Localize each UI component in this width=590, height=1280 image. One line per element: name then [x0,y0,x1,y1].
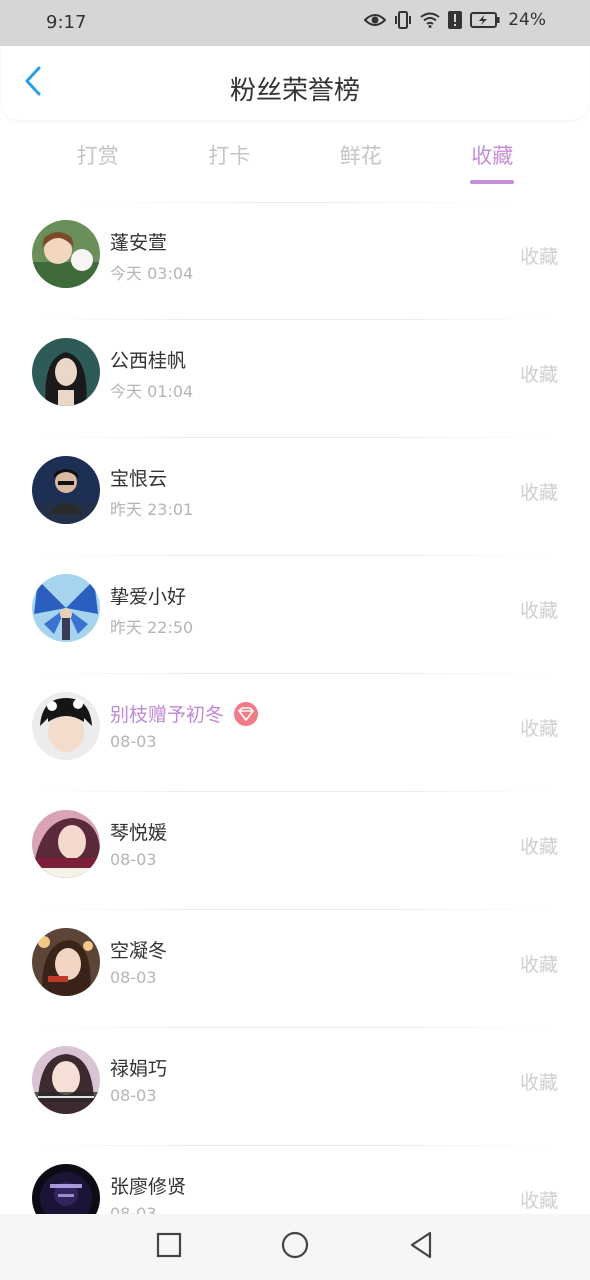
action-label: 收藏 [519,482,558,504]
name-row: 琴悦媛 [110,818,167,845]
avatar[interactable] [32,220,100,288]
tab-flowers[interactable]: 鲜花 [295,132,427,186]
tab-favorites[interactable]: 收藏 [427,132,559,186]
name-row: 宝恨云 [110,464,167,491]
system-nav-bar [0,1214,590,1280]
avatar[interactable] [32,338,100,406]
user-name: 别枝赠予初冬 [110,704,225,726]
back-nav-button[interactable] [406,1231,436,1263]
battery-icon [470,12,500,28]
timestamp: 08-03 [110,1204,157,1214]
action-label: 收藏 [519,246,558,268]
user-name: 蓬安萱 [110,232,168,254]
timestamp: 08-03 [110,850,157,869]
tab-label: 打卡 [208,144,251,168]
action-label: 收藏 [519,954,558,976]
eye-icon [364,12,387,28]
action-label: 收藏 [519,718,558,740]
tab-label: 鲜花 [339,144,382,168]
list-item[interactable]: 张廖修贤 08-03 收藏 [0,1146,590,1214]
diamond-icon [234,701,259,726]
status-time: 9:17 [46,12,87,33]
tab-label: 收藏 [471,144,514,168]
user-name: 张廖修贤 [110,1176,187,1198]
name-row: 禄娟巧 [110,1054,167,1081]
timestamp: 08-03 [110,968,157,987]
list-item[interactable]: 别枝赠予初冬 08-03 收藏 [0,674,590,792]
name-row: 张廖修贤 [110,1172,186,1199]
page-title: 粉丝荣誉榜 [229,76,360,106]
action-label: 收藏 [519,364,558,386]
avatar[interactable] [32,1046,100,1114]
action-label: 收藏 [519,600,558,622]
back-icon [408,1231,434,1263]
fan-list: 蓬安萱 今天 03:04 收藏 公西桂帆 今天 01:04 收藏 宝恨云 昨天 … [0,202,590,1214]
avatar[interactable] [32,456,100,524]
list-item[interactable]: 公西桂帆 今天 01:04 收藏 [0,320,590,438]
tab-reward[interactable]: 打赏 [32,132,164,186]
status-bar: 9:17 24% [0,0,590,46]
wifi-icon [420,12,440,28]
name-row: 空凝冬 [110,936,167,963]
user-name: 宝恨云 [110,468,168,490]
list-item[interactable]: 禄娟巧 08-03 收藏 [0,1028,590,1146]
home-icon [281,1231,309,1263]
name-row: 别枝赠予初冬 [110,700,259,727]
list-item[interactable]: 蓬安萱 今天 03:04 收藏 [0,202,590,320]
alert-icon [448,11,463,29]
user-name: 禄娟巧 [110,1058,168,1080]
active-tab-indicator [470,180,515,184]
action-label: 收藏 [519,836,558,858]
user-name: 琴悦媛 [110,822,168,844]
battery-percent: 24% [508,10,546,30]
list-item[interactable]: 挚爱小好 昨天 22:50 收藏 [0,556,590,674]
timestamp: 今天 03:04 [110,264,194,283]
avatar[interactable] [32,810,100,878]
action-label: 收藏 [519,1190,558,1212]
user-name: 挚爱小好 [110,586,187,608]
timestamp: 昨天 23:01 [110,500,194,519]
status-icons: 24% [364,10,546,30]
timestamp: 08-03 [110,1086,157,1105]
vibrate-icon [394,11,412,29]
tab-label: 打赏 [76,144,119,168]
user-name: 空凝冬 [110,940,168,962]
timestamp: 昨天 22:50 [110,618,194,637]
header: 粉丝荣誉榜 [2,46,588,120]
list-item[interactable]: 宝恨云 昨天 23:01 收藏 [0,438,590,556]
avatar[interactable] [32,574,100,642]
timestamp: 08-03 [110,732,157,751]
name-row: 公西桂帆 [110,346,186,373]
user-name: 公西桂帆 [110,350,187,372]
avatar[interactable] [32,692,100,760]
recent-apps-button[interactable] [154,1232,184,1262]
list-item[interactable]: 琴悦媛 08-03 收藏 [0,792,590,910]
avatar[interactable] [32,1164,100,1214]
tab-bar: 打赏 打卡 鲜花 收藏 [32,132,558,186]
home-button[interactable] [280,1231,310,1263]
action-label: 收藏 [519,1072,558,1094]
name-row: 蓬安萱 [110,228,167,255]
name-row: 挚爱小好 [110,582,186,609]
recent-apps-icon [156,1232,182,1262]
tab-checkin[interactable]: 打卡 [164,132,296,186]
avatar[interactable] [32,928,100,996]
list-item[interactable]: 空凝冬 08-03 收藏 [0,910,590,1028]
timestamp: 今天 01:04 [110,382,194,401]
